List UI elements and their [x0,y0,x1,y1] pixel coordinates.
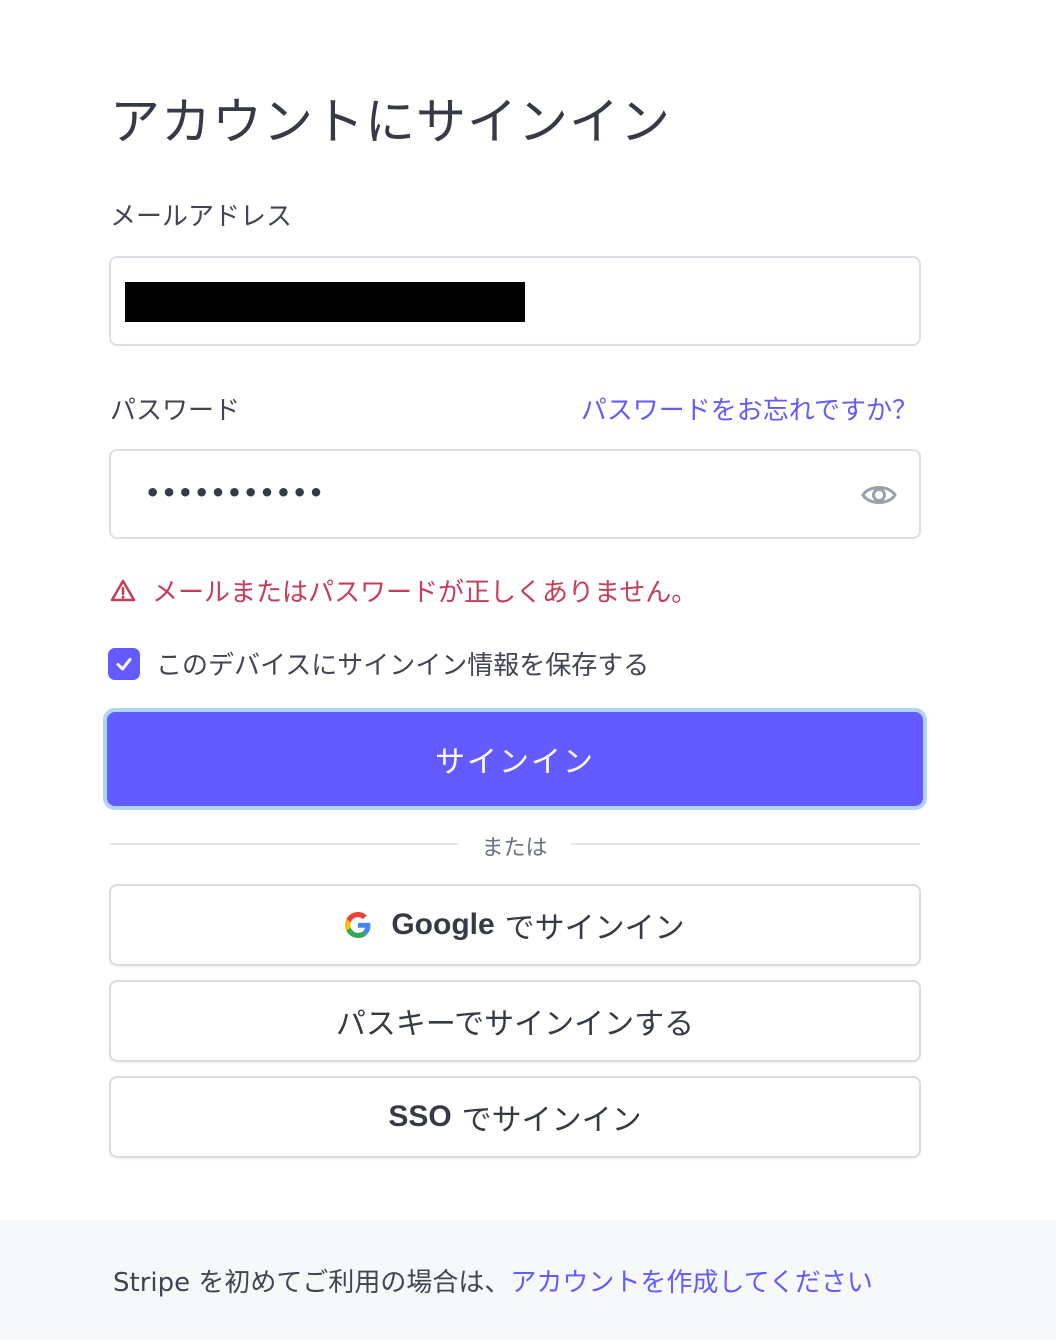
email-value-redacted: ████████████████████ [125,282,525,322]
sso-signin-suffix: でサインイン [461,1103,642,1138]
sso-brand-text: SSO [388,1100,452,1133]
remember-label: このデバイスにサインイン情報を保存する [156,651,650,681]
footer-prefix-text: Stripe を初めてご利用の場合は、 [113,1267,511,1298]
signin-button[interactable]: サインイン [103,708,927,810]
divider-line-right [571,843,920,845]
forgot-password-link[interactable]: パスワードをお忘れですか？ [581,390,918,427]
email-label: メールアドレス [110,202,293,232]
passkey-signin-button[interactable]: パスキーでサインインする [109,980,921,1062]
password-value: ••••••••••• [145,479,325,507]
warning-icon [110,579,136,601]
google-logo-icon [345,912,371,938]
signin-button-label: サインイン [435,745,595,780]
divider-text: または [481,836,548,861]
google-signin-suffix: でサインイン [504,911,685,946]
divider-line-left [110,843,458,845]
passkey-signin-label: パスキーでサインインする [335,1007,695,1042]
remember-device-row[interactable]: このデバイスにサインイン情報を保存する [108,645,649,682]
page-title: アカウントにサインイン [110,93,671,151]
create-account-link[interactable]: アカウントを作成してください [510,1262,872,1299]
remember-checkbox[interactable] [108,647,140,680]
footer: Stripe を初めてご利用の場合は、 アカウントを作成してください [0,1220,1056,1340]
error-text: メールまたはパスワードが正しくありません。 [152,578,698,608]
checkmark-icon [116,657,132,670]
password-field[interactable]: ••••••••••• [109,449,921,539]
error-message: メールまたはパスワードが正しくありません。 [110,572,697,609]
google-signin-button[interactable]: Google でサインイン [109,884,921,966]
eye-icon[interactable] [861,479,897,511]
password-label: パスワード [110,396,241,426]
sso-signin-button[interactable]: SSO でサインイン [109,1076,921,1158]
email-field[interactable]: ████████████████████ [109,256,921,346]
google-brand-text: Google [391,908,495,941]
